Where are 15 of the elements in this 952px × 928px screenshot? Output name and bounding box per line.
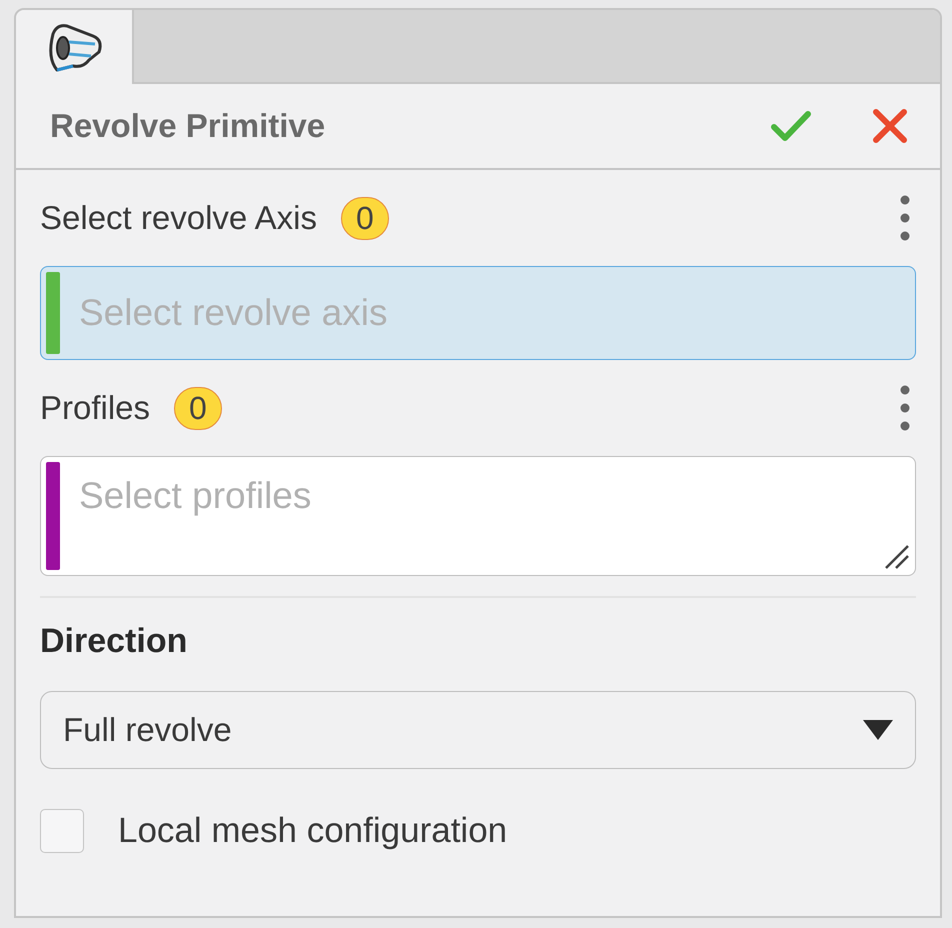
section-heading: Direction [40,622,188,661]
selection-field[interactable]: Select profiles [40,456,916,576]
checkbox[interactable] [40,809,84,853]
count-badge: 0 [174,386,222,430]
panel-tab[interactable] [16,10,134,84]
direction-dropdown[interactable]: Full revolve [40,691,916,769]
selection-field[interactable]: Select revolve axis [40,266,916,360]
caret-icon [863,720,893,740]
field-label: Select revolve Axis [40,199,317,237]
panel-title: Revolve Primitive [50,107,326,145]
close-button[interactable] [872,108,908,144]
count-badge: 0 [340,196,389,240]
resize-grip-icon[interactable] [884,544,910,570]
checkbox-label: Local mesh configuration [118,811,508,851]
field-label: Profiles [40,389,150,427]
